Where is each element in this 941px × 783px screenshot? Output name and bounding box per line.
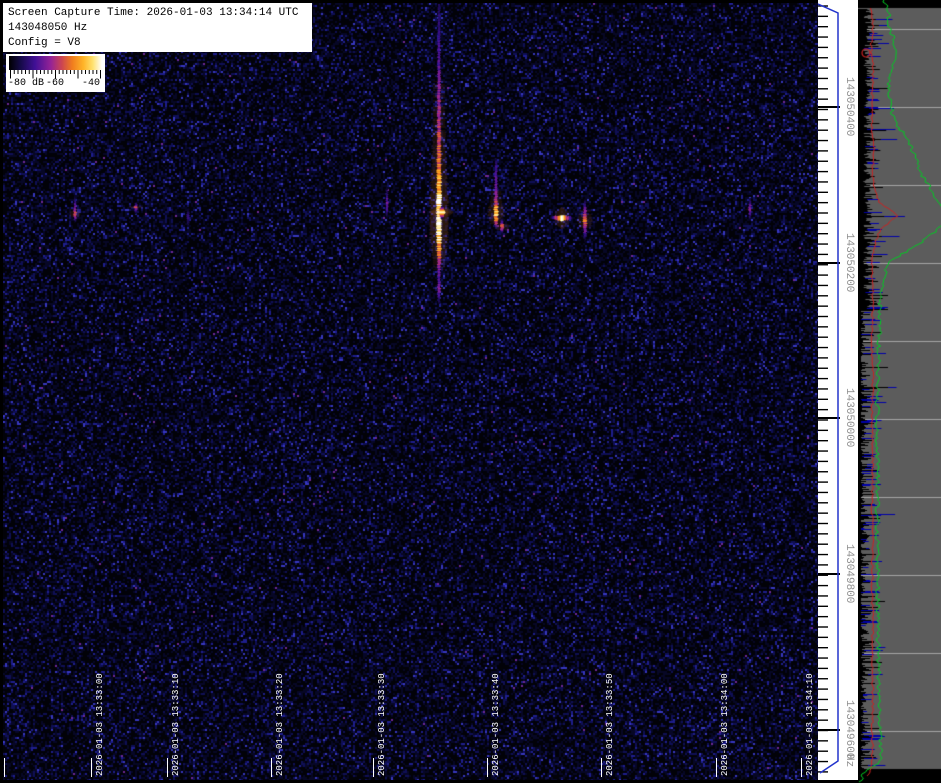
- capture-time-text: Screen Capture Time: 2026-01-03 13:34:14…: [8, 6, 312, 21]
- waterfall-spectrogram-canvas: [3, 3, 818, 780]
- spectrum-panel-canvas: [858, 0, 941, 783]
- frequency-axis: 143050400 143050200 143050000 143049800 1430…: [818, 0, 858, 780]
- freq-axis-unit: Hz: [843, 754, 855, 767]
- colorbar-gradient: [9, 56, 102, 70]
- freq-tick-label: 143050200: [843, 233, 855, 292]
- freq-tick-label: 143050000: [843, 388, 855, 447]
- freq-tick-label: 143050400: [843, 77, 855, 136]
- colorbar-label-min: -80 dB: [8, 78, 44, 89]
- center-frequency-text: 143048050 Hz: [8, 21, 312, 36]
- capture-info-box: Screen Capture Time: 2026-01-03 13:34:14…: [3, 3, 312, 52]
- colorbar-legend: -80 dB -60 -40: [6, 54, 105, 92]
- spectrogram-screen: 2026-01-03 13:33:002026-01-03 13:33:1020…: [0, 0, 941, 783]
- freq-tick-label: 143049800: [843, 544, 855, 603]
- freq-tick-label: 143049600: [843, 700, 855, 759]
- colorbar-label-max: -40: [82, 78, 100, 89]
- colorbar-label-mid: -60: [46, 78, 64, 89]
- config-text: Config = V8: [8, 36, 312, 51]
